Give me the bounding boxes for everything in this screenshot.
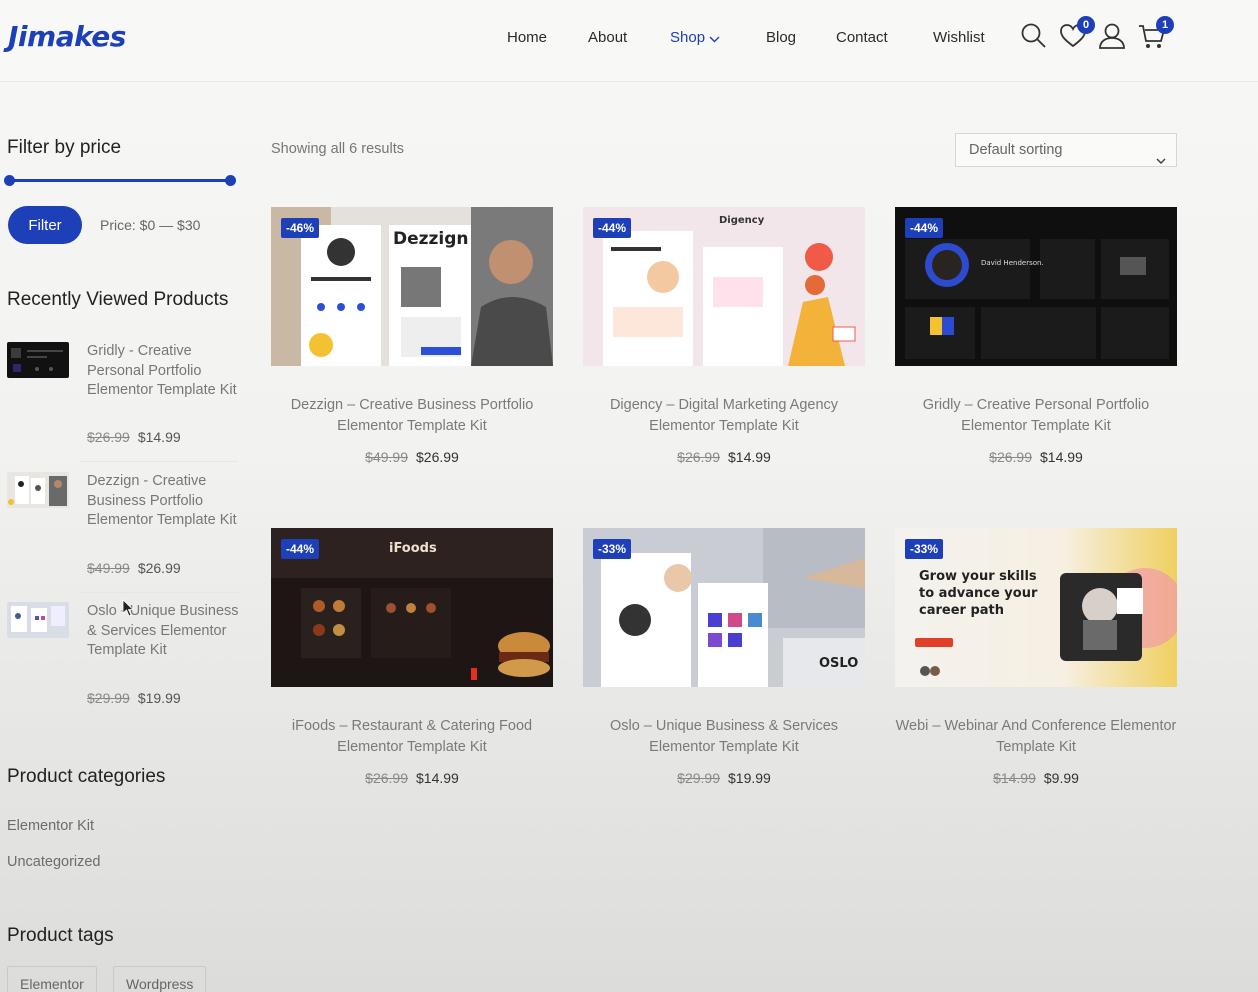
sale-badge: -46%	[281, 218, 320, 238]
product-old-price: $26.99	[989, 449, 1032, 465]
filter-by-price-title: Filter by price	[7, 137, 122, 158]
product-tags-title: Product tags	[7, 925, 114, 946]
mouse-cursor-icon	[122, 599, 135, 622]
recent-product-price: $26.99 $14.99	[87, 429, 181, 445]
product-old-price: $26.99	[365, 770, 408, 786]
recent-product-name[interactable]: Gridly - Creative Personal Portfolio Ele…	[87, 342, 247, 401]
nav-blog[interactable]: Blog	[766, 29, 796, 46]
sorting-selected-value: Default sorting	[969, 142, 1063, 158]
tag-elementor[interactable]: Elementor	[7, 966, 97, 992]
category-link[interactable]: Elementor Kit	[7, 818, 94, 834]
nav-contact[interactable]: Contact	[836, 29, 888, 46]
tag-wordpress[interactable]: Wordpress	[113, 966, 207, 992]
sale-badge: -44%	[281, 539, 320, 559]
product-title[interactable]: Webi – Webinar And Conference Elementor …	[895, 716, 1177, 758]
product-image-caption: Dezzign	[393, 229, 469, 249]
product-categories-title: Product categories	[7, 766, 166, 787]
chevron-down-icon	[709, 30, 720, 47]
sorting-select[interactable]: Default sorting	[955, 133, 1177, 167]
product-old-price: $49.99	[365, 449, 408, 465]
product-image[interactable]: Dezzign -46%	[271, 207, 553, 366]
product-sale-price: $19.99	[728, 770, 771, 786]
product-old-price: $14.99	[993, 770, 1036, 786]
cart-icon[interactable]: 1	[1138, 16, 1174, 50]
product-title[interactable]: Oslo – Unique Business & Services Elemen…	[583, 716, 865, 758]
product-old-price: $29.99	[677, 770, 720, 786]
filter-button[interactable]: Filter	[8, 206, 82, 244]
recent-product-old-price: $49.99	[87, 560, 130, 576]
product-price: $26.99 $14.99	[895, 449, 1177, 465]
recent-product-thumbnail[interactable]	[7, 342, 69, 378]
product-image[interactable]: Grow your skills to advance your career …	[895, 528, 1177, 687]
product-image-caption: Grow your skills to advance your career …	[919, 569, 1038, 618]
recent-product-price: $49.99 $26.99	[87, 560, 181, 576]
product-sale-price: $14.99	[728, 449, 771, 465]
sale-badge: -33%	[593, 539, 632, 559]
chevron-down-icon	[1156, 145, 1166, 177]
recent-product-thumbnail[interactable]	[7, 472, 69, 508]
product-image[interactable]: David Henderson. -44%	[895, 207, 1177, 366]
recent-product-name[interactable]: Dezzign - Creative Business Portfolio El…	[87, 472, 247, 531]
product-price: $14.99 $9.99	[895, 770, 1177, 786]
sale-badge: -44%	[905, 218, 944, 238]
product-image[interactable]: iFoods -44%	[271, 528, 553, 687]
result-count: Showing all 6 results	[271, 141, 404, 157]
product-title[interactable]: Digency – Digital Marketing Agency Eleme…	[583, 395, 865, 437]
nav-about[interactable]: About	[588, 29, 627, 46]
product-image-caption: Digency	[719, 215, 765, 226]
nav-wishlist[interactable]: Wishlist	[933, 29, 985, 46]
site-header: Jimakes Home About Shop Blog Contact Wis…	[0, 0, 1258, 82]
product-sale-price: $9.99	[1043, 770, 1079, 786]
product-image[interactable]: OSLO -33%	[583, 528, 865, 687]
nav-shop-label: Shop	[670, 29, 706, 46]
user-icon[interactable]	[1098, 22, 1126, 50]
cart-count-badge: 1	[1156, 16, 1174, 34]
recent-product-old-price: $29.99	[87, 690, 130, 706]
product-title[interactable]: iFoods – Restaurant & Catering Food Elem…	[271, 716, 553, 758]
recent-product-old-price: $26.99	[87, 429, 130, 445]
product-price: $26.99 $14.99	[583, 449, 865, 465]
product-image-caption: OSLO	[819, 656, 858, 671]
category-link[interactable]: Uncategorized	[7, 854, 101, 870]
recent-product-name[interactable]: Oslo - Unique Business & Services Elemen…	[87, 602, 247, 661]
divider	[80, 592, 238, 593]
divider	[80, 461, 238, 462]
nav-shop[interactable]: Shop	[670, 29, 720, 47]
recently-viewed-title: Recently Viewed Products	[7, 289, 229, 310]
heart-icon[interactable]: 0	[1059, 16, 1095, 50]
recent-product-sale-price: $19.99	[137, 690, 181, 706]
product-price: $29.99 $19.99	[583, 770, 865, 786]
price-slider-max-handle[interactable]	[225, 175, 236, 186]
product-price: $26.99 $14.99	[271, 770, 553, 786]
nav-home[interactable]: Home	[507, 29, 547, 46]
product-old-price: $26.99	[677, 449, 720, 465]
site-logo[interactable]: Jimakes	[8, 20, 126, 53]
product-image[interactable]: Digency -44%	[583, 207, 865, 366]
search-icon[interactable]	[1020, 22, 1048, 50]
sale-badge: -33%	[905, 539, 944, 559]
product-sale-price: $14.99	[416, 770, 459, 786]
product-image-caption: iFoods	[389, 541, 437, 556]
recent-product-price: $29.99 $19.99	[87, 690, 181, 706]
wishlist-count-badge: 0	[1077, 16, 1095, 34]
price-slider-min-handle[interactable]	[4, 175, 15, 186]
recent-product-thumbnail[interactable]	[7, 602, 69, 638]
product-title[interactable]: Dezzign – Creative Business Portfolio El…	[271, 395, 553, 437]
recent-product-sale-price: $14.99	[137, 429, 181, 445]
price-range-label: Price: $0 — $30	[100, 217, 201, 233]
product-price: $49.99 $26.99	[271, 449, 553, 465]
price-slider-track[interactable]	[9, 179, 231, 182]
sale-badge: -44%	[593, 218, 632, 238]
product-title[interactable]: Gridly – Creative Personal Portfolio Ele…	[895, 395, 1177, 437]
recent-product-sale-price: $26.99	[137, 560, 181, 576]
product-sale-price: $14.99	[1040, 449, 1083, 465]
product-image-caption: David Henderson.	[981, 259, 1044, 267]
product-sale-price: $26.99	[416, 449, 459, 465]
